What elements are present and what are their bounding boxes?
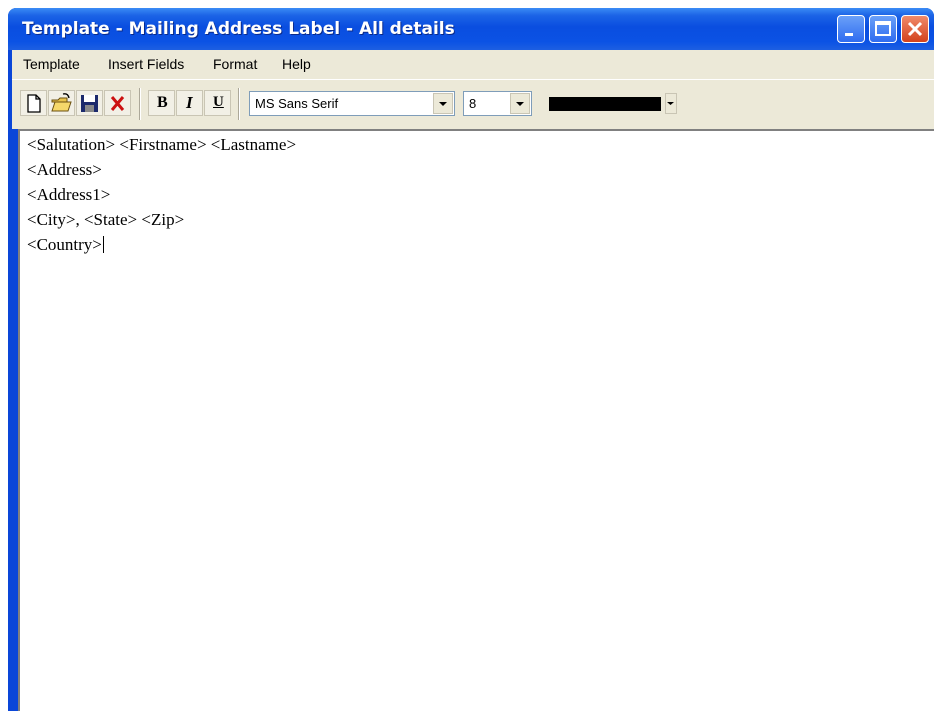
save-button[interactable] [76,90,103,116]
window-title: Template - Mailing Address Label - All d… [22,19,455,39]
italic-button[interactable]: I [176,90,203,116]
toolbar-separator [238,88,240,120]
menu-format[interactable]: Format [213,56,257,72]
underline-icon: U [213,94,224,110]
text-color-dropdown-button[interactable] [665,93,677,114]
maximize-icon [875,21,891,36]
italic-icon: I [186,93,193,112]
new-document-icon [27,94,41,113]
menu-insert-fields[interactable]: Insert Fields [108,56,184,72]
delete-icon [110,96,125,111]
font-name-select[interactable]: MS Sans Serif [249,91,455,116]
font-name-value: MS Sans Serif [255,96,339,111]
editor-line-country: <Country> [27,235,102,254]
text-color-picker[interactable] [542,91,686,116]
save-icon [81,95,98,112]
font-name-dropdown-button[interactable] [433,93,453,114]
menu-template[interactable]: Template [23,56,80,72]
close-icon [907,21,923,37]
chevron-down-icon [667,102,674,105]
editor-line-salutation: <Salutation> <Firstname> <Lastname> [27,135,297,154]
toolbar: B I U MS Sans Serif 8 [12,79,934,129]
open-button[interactable] [48,90,75,116]
title-bar[interactable]: Template - Mailing Address Label - All d… [8,8,934,50]
template-editor[interactable]: <Salutation> <Firstname> <Lastname> <Add… [18,129,934,711]
underline-button[interactable]: U [204,90,231,116]
chevron-down-icon [439,102,447,106]
toolbar-separator [139,88,141,120]
editor-line-address: <Address> [27,160,102,179]
editor-line-country-container: <Country> [27,235,104,255]
text-caret [102,236,104,253]
open-folder-icon [51,93,72,112]
menu-help[interactable]: Help [282,56,311,72]
chevron-down-icon [516,102,524,106]
editor-line-city-state-zip: <City>, <State> <Zip> [27,210,185,229]
text-color-swatch [549,97,661,111]
font-size-value: 8 [469,96,477,111]
bold-button[interactable]: B [148,90,175,116]
app-window: Template - Mailing Address Label - All d… [8,8,934,711]
editor-line-address1: <Address1> [27,185,111,204]
close-button[interactable] [901,15,929,43]
font-size-dropdown-button[interactable] [510,93,530,114]
maximize-button[interactable] [869,15,897,43]
font-size-select[interactable]: 8 [463,91,532,116]
minimize-icon [845,33,853,36]
bold-icon: B [157,94,168,111]
minimize-button[interactable] [837,15,865,43]
delete-button[interactable] [104,90,131,116]
new-button[interactable] [20,90,47,116]
menu-bar: Template Insert Fields Format Help [12,50,934,79]
